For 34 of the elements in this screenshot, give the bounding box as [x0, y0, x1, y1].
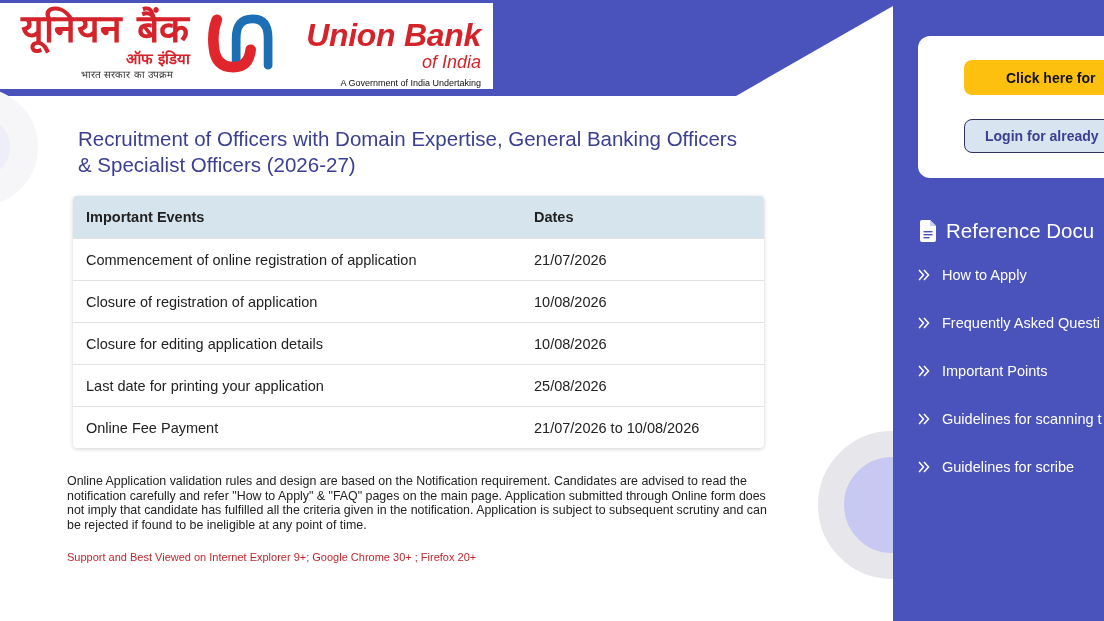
table-cell-text: 21/07/2026 — [533, 251, 608, 268]
logo-bank-subname: of India — [421, 53, 481, 71]
login-button[interactable]: Login for already — [964, 119, 1104, 153]
double-chevron-icon — [918, 412, 930, 425]
table-cell-text: Closure for editing application details — [85, 335, 324, 352]
table-cell-text: Closure of registration of application — [85, 293, 319, 310]
page-title: Recruitment of Officers with Domain Expertise, General Banking Officers & Specialist Officers (2026-27) — [78, 126, 738, 178]
reference-link[interactable]: How to Apply — [942, 266, 1027, 283]
double-chevron-icon — [918, 316, 930, 329]
reference-link[interactable]: Frequently Asked Questi — [942, 314, 1100, 331]
notice-paragraph: Online Application validation rules and design are based on the Notification requirement. Candidates are advised to read the notification carefully and refer "How to Apply" & "FAQ" pages on the main page. Application submitted through Online form does not imply that candidate has fulfilled all the criteria given in the notification. Application is subject to subsequent scrutiny and can be rejected if found to be ineligible at any point of time. — [67, 474, 768, 532]
logo-hindi-subname: ऑफ इंडिया — [125, 51, 190, 68]
reference-link[interactable]: Guidelines for scanning t — [942, 410, 1102, 427]
column-header: Dates — [533, 209, 575, 225]
logo-hindi-tagline: भारत सरकार का उपक्रम — [81, 68, 173, 82]
logo-tagline: A Government of India Undertaking — [340, 77, 481, 90]
double-chevron-icon — [918, 460, 930, 473]
logo-bank-name: Union Bank — [306, 17, 481, 53]
column-header: Important Events — [85, 209, 206, 225]
browser-support-note: Support and Best Viewed on Internet Explorer 9+; Google Chrome 30+ ; Firefox 20+ — [67, 551, 478, 563]
double-chevron-icon — [918, 364, 930, 377]
table-cell-text: Commencement of online registration of application — [85, 251, 418, 268]
table-cell-text: Online Fee Payment — [85, 419, 220, 436]
double-chevron-icon — [918, 268, 930, 281]
table-cell-text: 10/08/2026 — [533, 335, 608, 352]
reference-link[interactable]: Important Points — [942, 362, 1048, 379]
table-cell-text: 21/07/2026 to 10/08/2026 — [533, 419, 701, 436]
reference-link[interactable]: Guidelines for scribe — [942, 458, 1075, 475]
reference-heading: Reference Docu — [946, 219, 1095, 243]
table-cell-text: 10/08/2026 — [533, 293, 608, 310]
document-icon — [920, 220, 936, 242]
registration-button[interactable]: Click here for — [964, 60, 1104, 95]
table-cell-text: 25/08/2026 — [533, 377, 608, 394]
table-cell-text: Last date for printing your application — [85, 377, 325, 394]
